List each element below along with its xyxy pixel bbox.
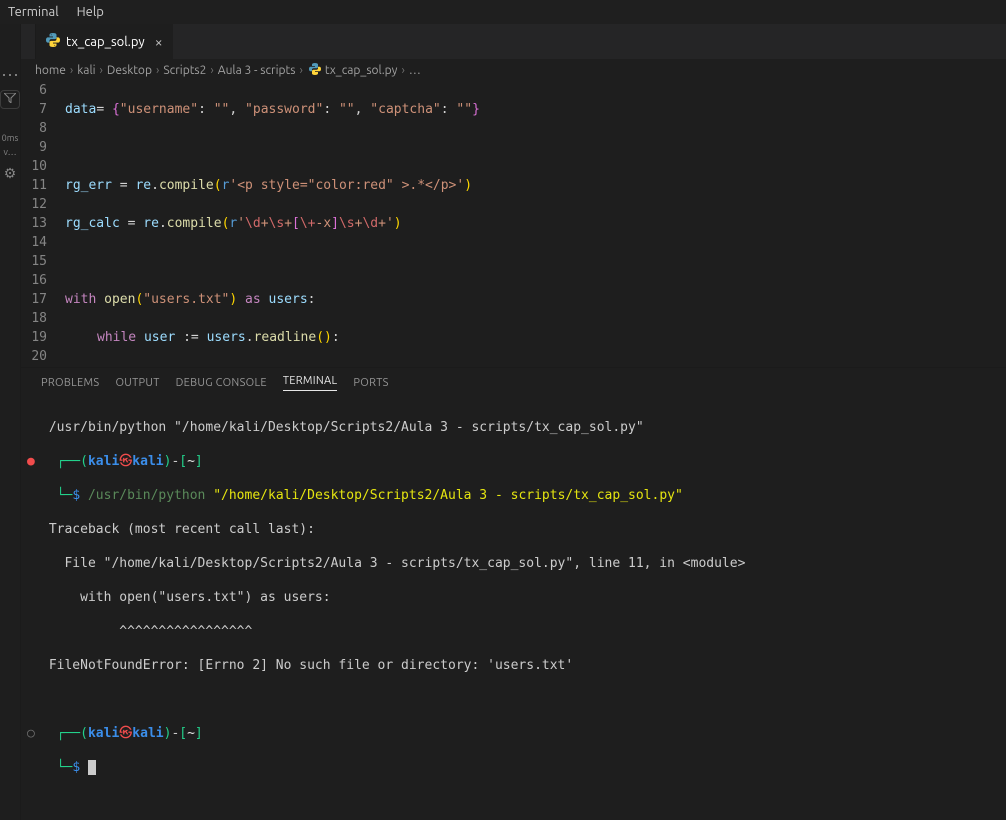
- crumb[interactable]: tx_cap_sol.py: [325, 64, 398, 77]
- crumb[interactable]: home: [35, 64, 66, 77]
- crumb[interactable]: …: [409, 64, 421, 77]
- panel-tab-ports[interactable]: PORTS: [353, 377, 388, 389]
- code-content[interactable]: data= {"username": "", "password": "", "…: [65, 81, 1006, 367]
- bottom-panel: PROBLEMS OUTPUT DEBUG CONSOLE TERMINAL P…: [21, 367, 1006, 820]
- panel-tab-debug[interactable]: DEBUG CONSOLE: [176, 377, 267, 389]
- settings-icon[interactable]: ⚙: [4, 165, 17, 182]
- panel-tab-output[interactable]: OUTPUT: [115, 377, 159, 389]
- more-icon[interactable]: ⋯: [1, 70, 19, 80]
- menu-terminal[interactable]: Terminal: [8, 5, 59, 19]
- hollow-dot-icon: ○: [27, 725, 35, 742]
- tab-title: tx_cap_sol.py: [66, 35, 145, 49]
- error-dot-icon: ●: [27, 453, 35, 470]
- panel-tab-terminal[interactable]: TERMINAL: [283, 375, 338, 391]
- editor-tabs: tx_cap_sol.py ×: [21, 24, 1006, 59]
- panel-tab-problems[interactable]: PROBLEMS: [41, 377, 99, 389]
- breadcrumbs[interactable]: home› kali› Desktop› Scripts2› Aula 3 - …: [21, 59, 1006, 81]
- tab-file[interactable]: tx_cap_sol.py ×: [35, 24, 174, 59]
- python-icon: [46, 33, 60, 50]
- terminal[interactable]: /usr/bin/python "/home/kali/Desktop/Scri…: [21, 398, 1006, 820]
- activity-bar: ⋯ 0ms v… ⚙: [0, 24, 20, 820]
- menubar: Terminal Help: [0, 0, 1006, 24]
- terminal-cursor: [88, 760, 96, 775]
- line-numbers: 6789101112131415161718192021222324252627…: [21, 81, 65, 367]
- close-icon[interactable]: ×: [155, 34, 163, 50]
- editor[interactable]: 6789101112131415161718192021222324252627…: [21, 81, 1006, 367]
- panel-tabs: PROBLEMS OUTPUT DEBUG CONSOLE TERMINAL P…: [21, 368, 1006, 398]
- filter-icon[interactable]: [0, 90, 20, 109]
- crumb[interactable]: Aula 3 - scripts: [218, 64, 296, 77]
- python-icon: [309, 63, 321, 78]
- menu-help[interactable]: Help: [77, 5, 104, 19]
- crumb[interactable]: kali: [77, 64, 95, 77]
- perf-v: v…: [3, 147, 16, 157]
- crumb[interactable]: Scripts2: [163, 64, 206, 77]
- perf-ms: 0ms: [2, 133, 19, 143]
- crumb[interactable]: Desktop: [107, 64, 152, 77]
